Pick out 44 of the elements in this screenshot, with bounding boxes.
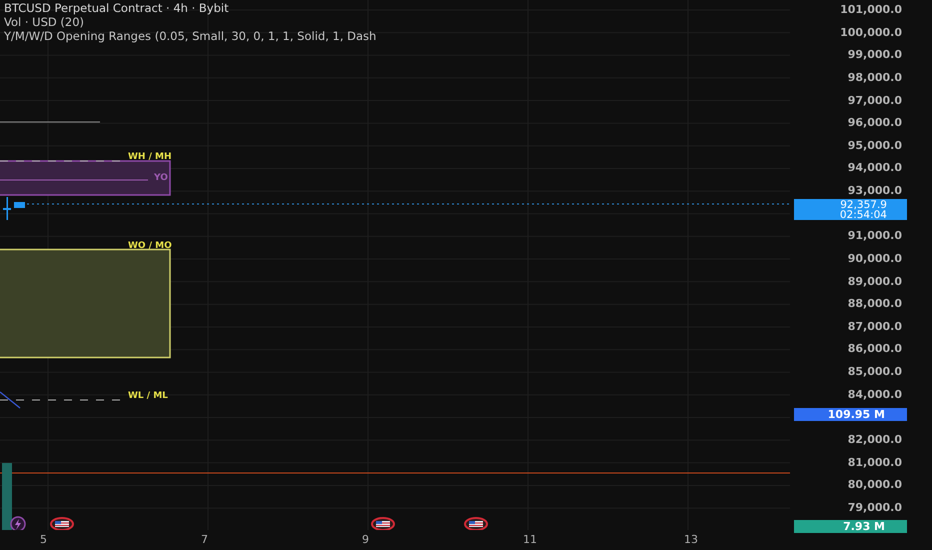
level-label: WH / MH — [128, 152, 172, 162]
flag-icon[interactable] — [371, 517, 395, 530]
time-label: 13 — [684, 533, 699, 546]
time-label: 11 — [523, 533, 538, 546]
price-label: 86,000.0 — [848, 341, 902, 358]
price-label: 96,000.0 — [848, 115, 902, 132]
price-label: 80,000.0 — [848, 477, 902, 494]
price-label: 79,000.0 — [848, 500, 902, 516]
price-label: 88,000.0 — [848, 296, 902, 312]
price-label: 85,000.0 — [848, 364, 902, 380]
candle — [14, 202, 25, 208]
time-label: 7 — [201, 533, 209, 546]
volume-badge: 7.93 M — [794, 520, 907, 534]
price-label: 90,000.0 — [848, 250, 902, 267]
price-label: 100,000.0 — [840, 24, 902, 41]
volume-badge: 109.95 M — [794, 408, 907, 422]
price-label: 82,000.0 — [848, 432, 902, 448]
price-label: 97,000.0 — [848, 92, 902, 108]
volume-bar — [2, 463, 12, 530]
legend-text: Y/M/W/D Opening Ranges (0.05, Small, 30, 0, 1, 1, Solid, 1, Dash — [4, 29, 376, 43]
level-label: WO / MO — [128, 241, 172, 251]
price-label: 87,000.0 — [848, 318, 902, 335]
price-label: 95,000.0 — [848, 138, 902, 154]
price-label: 93,000.0 — [848, 183, 902, 199]
level-label: WL / ML — [128, 391, 168, 401]
legend-text: BTCUSD Perpetual Contract · 4h · Bybit — [4, 1, 230, 15]
last-price-badge: 92,357.9 02:54:04 — [794, 198, 907, 220]
lightning-icon[interactable] — [10, 516, 26, 530]
flag-icon[interactable] — [50, 517, 74, 530]
time-label: 9 — [362, 533, 370, 546]
price-label: 94,000.0 — [848, 160, 902, 176]
trend-line — [0, 392, 20, 408]
price-label: 91,000.0 — [848, 228, 902, 244]
price-label: 101,000.0 — [840, 2, 902, 18]
time-label: 5 — [40, 533, 48, 546]
price-label: 81,000.0 — [848, 454, 902, 470]
flag-icon[interactable] — [464, 517, 488, 530]
candle — [3, 197, 11, 220]
legend-text: Vol · USD (20) — [4, 15, 86, 29]
price-label: 98,000.0 — [848, 70, 902, 86]
price-label: 84,000.0 — [848, 386, 902, 403]
price-label: 99,000.0 — [848, 47, 902, 64]
price-label: 89,000.0 — [848, 274, 902, 290]
level-label: YO — [154, 173, 168, 183]
